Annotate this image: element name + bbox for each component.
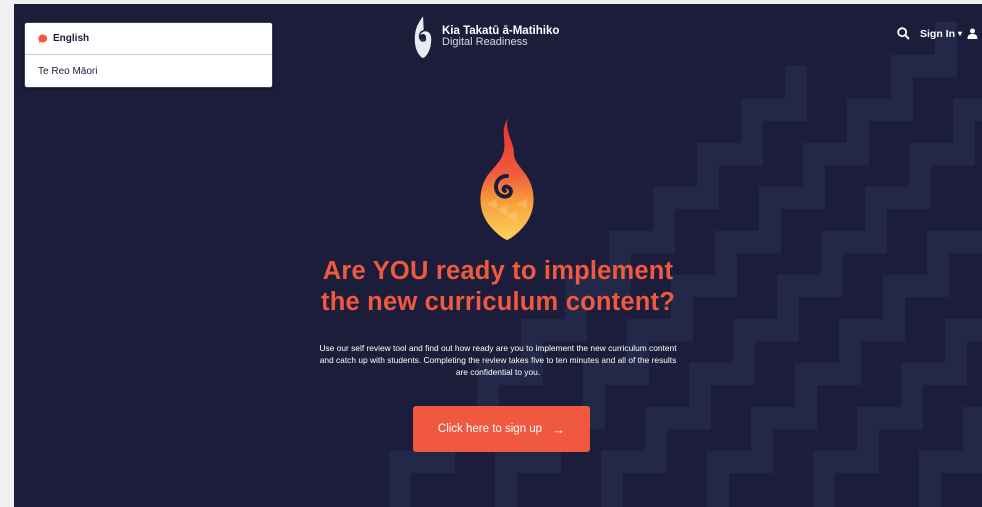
brand-logo-link[interactable]: Kia Takatū ā-Matihiko Digital Readiness bbox=[410, 13, 559, 61]
user-icon[interactable] bbox=[967, 28, 978, 39]
speech-bubble-icon bbox=[38, 33, 48, 43]
landing-page: English Te Reo Māori Kia Takatū ā-Matihi… bbox=[14, 4, 982, 507]
language-label-te-reo-maori: Te Reo Māori bbox=[38, 65, 98, 77]
description-line-1: Use our self review tool and find out ho… bbox=[319, 343, 677, 353]
search-icon[interactable] bbox=[897, 27, 910, 40]
language-label-english: English bbox=[53, 33, 90, 44]
headline-line-2: the new curriculum content? bbox=[321, 288, 675, 316]
sign-in-button[interactable]: Sign In bbox=[920, 28, 955, 40]
sign-up-label: Click here to sign up bbox=[437, 423, 543, 435]
chevron-down-icon[interactable]: ▾ bbox=[958, 29, 962, 38]
language-option-te-reo-maori[interactable]: Te Reo Māori bbox=[25, 55, 272, 87]
description-line-2: and catch up with students. Completing t… bbox=[319, 355, 677, 365]
brand-subtitle: Digital Readiness bbox=[442, 36, 528, 48]
description-line-3: are confidential to you. bbox=[455, 367, 541, 377]
header-actions: Sign In ▾ bbox=[897, 27, 978, 40]
language-menu: English Te Reo Māori bbox=[24, 22, 273, 88]
koru-logo-icon bbox=[413, 14, 433, 60]
language-option-english[interactable]: English bbox=[25, 23, 272, 55]
hero-description: Use our self review tool and find out ho… bbox=[278, 342, 718, 378]
flame-koru-icon bbox=[480, 118, 534, 240]
hero-headline: Are YOU ready to implement the new curri… bbox=[14, 256, 982, 318]
sign-up-button[interactable]: Click here to sign up → bbox=[413, 406, 590, 452]
headline-line-1: Are YOU ready to implement bbox=[322, 257, 674, 285]
arrow-right-icon: → bbox=[552, 421, 566, 437]
